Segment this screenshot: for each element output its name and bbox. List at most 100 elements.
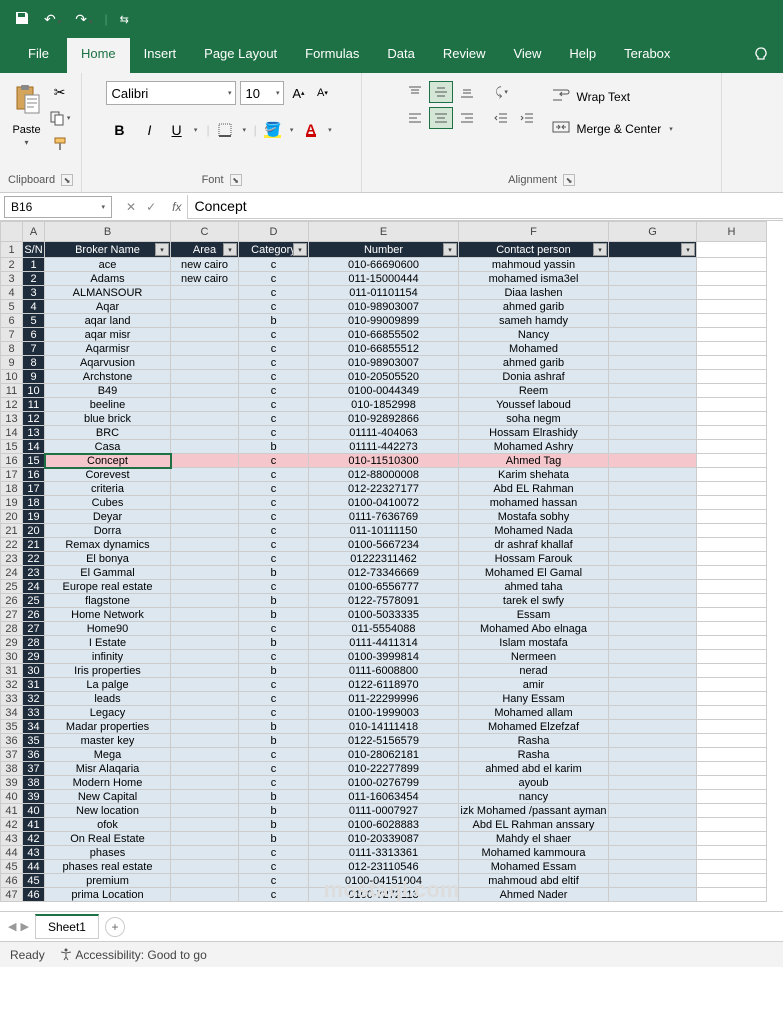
cell[interactable]: Rasha	[459, 748, 609, 762]
cell[interactable]	[697, 286, 767, 300]
cell[interactable]	[697, 692, 767, 706]
cell[interactable]: 0100-04151004	[309, 874, 459, 888]
cell[interactable]	[609, 720, 697, 734]
undo-icon[interactable]: ↶▾	[40, 11, 65, 28]
font-launcher-icon[interactable]: ⬊	[230, 174, 242, 186]
cell[interactable]: 012-88000008	[309, 468, 459, 482]
cell[interactable]	[609, 762, 697, 776]
cell[interactable]	[171, 860, 239, 874]
cell[interactable]: mahmoud yassin	[459, 258, 609, 272]
cell[interactable]: b	[239, 664, 309, 678]
cell[interactable]: izk Mohamed /passant ayman	[459, 804, 609, 818]
cell[interactable]: Mohamed kammoura	[459, 846, 609, 860]
tab-file[interactable]: File	[14, 38, 67, 73]
sn-cell[interactable]: 8	[23, 356, 45, 370]
cell[interactable]: Aqarvusion	[45, 356, 171, 370]
cell[interactable]	[171, 622, 239, 636]
cell[interactable]: c	[239, 762, 309, 776]
row-header-27[interactable]: 27	[1, 608, 23, 622]
cell[interactable]: 0111-4411314	[309, 636, 459, 650]
cell[interactable]	[697, 664, 767, 678]
cell[interactable]: b	[239, 734, 309, 748]
table-header-cell[interactable]: Category▾	[239, 242, 309, 258]
cell[interactable]: 010-28062181	[309, 748, 459, 762]
cell[interactable]	[697, 328, 767, 342]
cell[interactable]: 0100-5033335	[309, 608, 459, 622]
select-all-corner[interactable]	[1, 222, 23, 242]
cell[interactable]	[697, 426, 767, 440]
cell[interactable]: c	[239, 524, 309, 538]
alignment-launcher-icon[interactable]: ⬊	[563, 174, 575, 186]
cell[interactable]: 011-10111150	[309, 524, 459, 538]
cell[interactable]	[171, 328, 239, 342]
cell[interactable]: infinity	[45, 650, 171, 664]
row-header-47[interactable]: 47	[1, 888, 23, 902]
redo-icon[interactable]: ↷▾	[71, 11, 96, 28]
cell[interactable]	[171, 748, 239, 762]
col-header-B[interactable]: B	[45, 222, 171, 242]
sn-cell[interactable]: 10	[23, 384, 45, 398]
cell[interactable]: c	[239, 776, 309, 790]
sn-cell[interactable]: 28	[23, 636, 45, 650]
col-header-G[interactable]: G	[609, 222, 697, 242]
cell[interactable]: 010-98903007	[309, 300, 459, 314]
sn-cell[interactable]: 4	[23, 300, 45, 314]
cell[interactable]: Mohamed Ashry	[459, 440, 609, 454]
tab-terabox[interactable]: Terabox	[610, 38, 684, 73]
cell[interactable]: 010-1852998	[309, 398, 459, 412]
cell[interactable]: c	[239, 496, 309, 510]
cell[interactable]: Legacy	[45, 706, 171, 720]
cell[interactable]: c	[239, 678, 309, 692]
row-header-34[interactable]: 34	[1, 706, 23, 720]
accept-formula-icon[interactable]: ✓	[146, 200, 156, 214]
cell[interactable]	[609, 706, 697, 720]
cell[interactable]: c	[239, 370, 309, 384]
cell[interactable]: sameh hamdy	[459, 314, 609, 328]
cell[interactable]	[697, 412, 767, 426]
cell[interactable]: 010-98903007	[309, 356, 459, 370]
cell[interactable]: c	[239, 426, 309, 440]
cell[interactable]	[609, 552, 697, 566]
cell[interactable]	[609, 846, 697, 860]
cell[interactable]: b	[239, 790, 309, 804]
cell[interactable]	[697, 776, 767, 790]
cell[interactable]	[171, 370, 239, 384]
cell[interactable]: b	[239, 804, 309, 818]
row-header-2[interactable]: 2	[1, 258, 23, 272]
cell[interactable]: c	[239, 258, 309, 272]
cell[interactable]	[697, 608, 767, 622]
cell[interactable]	[171, 608, 239, 622]
cell[interactable]: Adams	[45, 272, 171, 286]
cell[interactable]	[171, 832, 239, 846]
cell[interactable]: El bonya	[45, 552, 171, 566]
cut-button[interactable]: ✂	[49, 81, 71, 103]
cell[interactable]	[697, 804, 767, 818]
cell[interactable]	[697, 300, 767, 314]
cell[interactable]: Mohamed Elzefzaf	[459, 720, 609, 734]
cell[interactable]: La palge	[45, 678, 171, 692]
cell[interactable]	[697, 748, 767, 762]
cell[interactable]: Rasha	[459, 734, 609, 748]
cell[interactable]	[609, 398, 697, 412]
cell[interactable]	[697, 636, 767, 650]
cell[interactable]: b	[239, 594, 309, 608]
cell[interactable]: tarek el swfy	[459, 594, 609, 608]
col-header-H[interactable]: H	[697, 222, 767, 242]
cell[interactable]	[609, 524, 697, 538]
cell[interactable]: Diaa lashen	[459, 286, 609, 300]
filter-icon[interactable]: ▾	[593, 243, 607, 256]
row-header-22[interactable]: 22	[1, 538, 23, 552]
underline-button[interactable]: U▾	[166, 117, 202, 143]
cell[interactable]	[609, 594, 697, 608]
cell[interactable]	[609, 328, 697, 342]
tab-home[interactable]: Home	[67, 38, 130, 73]
font-name-combo[interactable]: Calibri▾	[106, 81, 236, 105]
cell[interactable]	[171, 790, 239, 804]
decrease-font-button[interactable]: A▾	[312, 82, 332, 104]
row-header-36[interactable]: 36	[1, 734, 23, 748]
row-header-14[interactable]: 14	[1, 426, 23, 440]
cell[interactable]: Karim shehata	[459, 468, 609, 482]
tab-nav-prev-icon[interactable]: ◀	[8, 920, 16, 933]
cell[interactable]: Home Network	[45, 608, 171, 622]
row-header-37[interactable]: 37	[1, 748, 23, 762]
